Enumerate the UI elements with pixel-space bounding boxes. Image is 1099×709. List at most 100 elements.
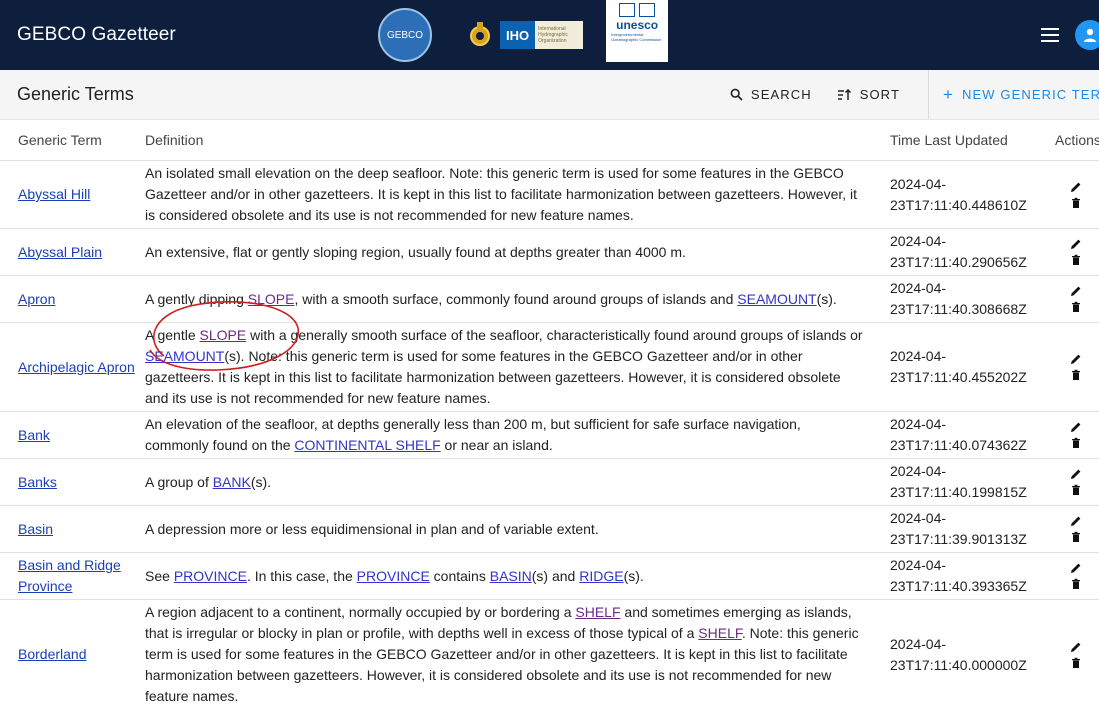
delete-icon[interactable] [1070, 369, 1082, 381]
edit-icon[interactable] [1070, 515, 1082, 527]
delete-icon[interactable] [1070, 301, 1082, 313]
delete-icon[interactable] [1070, 657, 1082, 669]
toolbar-divider [928, 70, 929, 119]
time-last-updated: 2024-04-23T17:11:40.393365Z [873, 553, 1055, 600]
header-time-last-updated[interactable]: Time Last Updated [873, 120, 1055, 161]
search-button[interactable]: SEARCH [730, 70, 812, 119]
table-row: Abyssal Hill An isolated small elevation … [0, 161, 1099, 229]
sort-button[interactable]: SORT [838, 70, 914, 119]
generic-term-link[interactable]: Basin and Ridge Province [18, 557, 121, 594]
related-term-link[interactable]: BANK [213, 474, 251, 490]
related-term-link[interactable]: SEAMOUNT [737, 291, 816, 307]
row-actions [1055, 238, 1099, 266]
generic-term-link[interactable]: Abyssal Hill [18, 186, 90, 202]
time-last-updated: 2024-04-23T17:11:40.199815Z [873, 459, 1055, 506]
row-actions [1055, 562, 1099, 590]
edit-icon[interactable] [1070, 421, 1082, 433]
definition-cell: A gently dipping SLOPE, with a smooth su… [145, 276, 873, 323]
related-term-link[interactable]: RIDGE [579, 568, 623, 584]
edit-icon[interactable] [1070, 238, 1082, 250]
edit-icon[interactable] [1070, 641, 1082, 653]
related-term-link[interactable]: SLOPE [248, 291, 295, 307]
table-body: Abyssal Hill An isolated small elevation … [0, 161, 1099, 709]
row-actions [1055, 515, 1099, 543]
table-row: BorderlandA region adjacent to a contine… [0, 600, 1099, 709]
account-icon[interactable] [1075, 20, 1099, 50]
related-term-link[interactable]: SLOPE [200, 327, 247, 343]
table-row: BankAn elevation of the seafloor, at dep… [0, 412, 1099, 459]
related-term-link[interactable]: PROVINCE [357, 568, 430, 584]
table-row: Apron A gently dipping SLOPE, with a smoo… [0, 276, 1099, 323]
header-generic-term[interactable]: Generic Term [0, 120, 145, 161]
definition-text: (s). [624, 568, 644, 584]
definition-cell: A gentle SLOPE with a generally smooth s… [145, 323, 873, 412]
generic-terms-table: Generic Term Definition Time Last Update… [0, 120, 1099, 709]
related-term-link[interactable]: BASIN [490, 568, 532, 584]
iho-logo: IHO International Hydrographic Organizat… [500, 21, 583, 49]
definition-cell: An extensive, flat or gently sloping reg… [145, 229, 873, 276]
time-last-updated: 2024-04-23T17:11:40.308668Z [873, 276, 1055, 323]
sort-icon [838, 89, 852, 101]
delete-icon[interactable] [1070, 531, 1082, 543]
generic-term-link[interactable]: Borderland [18, 646, 87, 662]
menu-icon[interactable] [1041, 28, 1059, 42]
time-last-updated: 2024-04-23T17:11:40.290656Z [873, 229, 1055, 276]
edit-icon[interactable] [1070, 181, 1082, 193]
table-row: Archipelagic Apron A gentle SLOPE with a … [0, 323, 1099, 412]
definition-text: See [145, 568, 174, 584]
related-term-link[interactable]: PROVINCE [174, 568, 247, 584]
definition-text: An extensive, flat or gently sloping reg… [145, 244, 686, 260]
emblem-icon [468, 20, 492, 50]
row-actions [1055, 285, 1099, 313]
generic-term-link[interactable]: Bank [18, 427, 50, 443]
unesco-logo: unesco Intergovernmental Oceanographic C… [606, 0, 668, 62]
table-header-row: Generic Term Definition Time Last Update… [0, 120, 1099, 161]
delete-icon[interactable] [1070, 197, 1082, 209]
table-row: Abyssal Plain An extensive, flat or gentl… [0, 229, 1099, 276]
generic-term-link[interactable]: Archipelagic Apron [18, 359, 135, 375]
header-actions: Actions [1055, 120, 1099, 161]
generic-term-link[interactable]: Abyssal Plain [18, 244, 102, 260]
related-term-link[interactable]: SEAMOUNT [145, 348, 224, 364]
time-last-updated: 2024-04-23T17:11:40.000000Z [873, 600, 1055, 709]
header-definition[interactable]: Definition [145, 120, 873, 161]
definition-cell: A depression more or less equidimensiona… [145, 506, 873, 553]
delete-icon[interactable] [1070, 254, 1082, 266]
plus-icon: + [943, 85, 954, 105]
time-last-updated: 2024-04-23T17:11:40.455202Z [873, 323, 1055, 412]
row-actions [1055, 421, 1099, 449]
search-icon [730, 88, 743, 101]
time-last-updated: 2024-04-23T17:11:40.448610Z [873, 161, 1055, 229]
related-term-link[interactable]: SHELF [575, 604, 620, 620]
edit-icon[interactable] [1070, 468, 1082, 480]
table-row: Basin and Ridge ProvinceSee PROVINCE. In… [0, 553, 1099, 600]
row-actions [1055, 468, 1099, 496]
definition-text: or near an island. [441, 437, 553, 453]
definition-cell: A group of BANK(s). [145, 459, 873, 506]
definition-cell: An isolated small elevation on the deep … [145, 161, 873, 229]
definition-text: , with a smooth surface, commonly found … [294, 291, 737, 307]
partner-logos: GEBCO IHO International Hydrographic Org… [378, 0, 668, 70]
definition-text: (s) and [532, 568, 579, 584]
generic-term-link[interactable]: Basin [18, 521, 53, 537]
time-last-updated: 2024-04-23T17:11:40.074362Z [873, 412, 1055, 459]
edit-icon[interactable] [1070, 562, 1082, 574]
definition-text: A depression more or less equidimensiona… [145, 521, 599, 537]
table-row: Basin A depression more or less equidimen… [0, 506, 1099, 553]
delete-icon[interactable] [1070, 578, 1082, 590]
related-term-link[interactable]: CONTINENTAL SHELF [294, 437, 440, 453]
row-actions [1055, 641, 1099, 669]
gebco-logo: GEBCO [378, 8, 432, 62]
delete-icon[interactable] [1070, 484, 1082, 496]
edit-icon[interactable] [1070, 353, 1082, 365]
delete-icon[interactable] [1070, 437, 1082, 449]
related-term-link[interactable]: SHELF [698, 625, 742, 641]
page-title: Generic Terms [17, 84, 134, 105]
edit-icon[interactable] [1070, 285, 1082, 297]
definition-text: (s). [251, 474, 271, 490]
definition-text: (s). Note: this generic term is used for… [145, 348, 841, 406]
new-generic-term-button[interactable]: + NEW GENERIC TERM [943, 70, 1099, 119]
generic-term-link[interactable]: Apron [18, 291, 55, 307]
definition-text: with a generally smooth surface of the s… [246, 327, 862, 343]
generic-term-link[interactable]: Banks [18, 474, 57, 490]
